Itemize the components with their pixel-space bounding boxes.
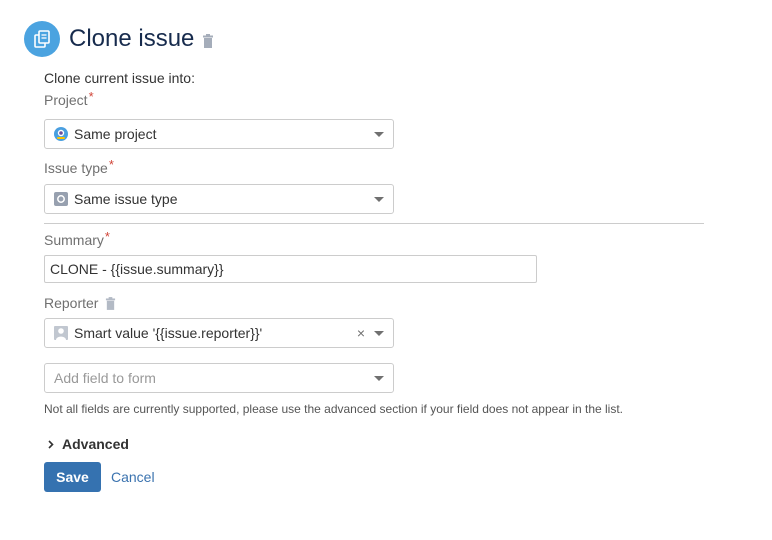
user-avatar-icon bbox=[54, 326, 68, 340]
project-label-text: Project bbox=[44, 92, 88, 108]
clone-form: Clone current issue into: Project * Same … bbox=[44, 68, 704, 492]
issue-type-label: Issue type * bbox=[44, 158, 704, 178]
summary-label: Summary * bbox=[44, 230, 704, 250]
issue-type-select[interactable]: Same issue type bbox=[44, 184, 394, 214]
advanced-label: Advanced bbox=[62, 436, 129, 452]
clear-icon[interactable]: × bbox=[357, 325, 365, 341]
reporter-label: Reporter bbox=[44, 293, 704, 313]
delete-trash-icon[interactable] bbox=[105, 296, 116, 310]
project-select[interactable]: Same project bbox=[44, 119, 394, 149]
summary-label-text: Summary bbox=[44, 232, 104, 248]
required-marker: * bbox=[88, 89, 94, 104]
header: Clone issue bbox=[24, 21, 214, 57]
intro-text: Clone current issue into: bbox=[44, 70, 195, 86]
chevron-right-icon bbox=[48, 439, 54, 449]
required-marker: * bbox=[104, 229, 110, 244]
reporter-value: Smart value '{{issue.reporter}}' bbox=[74, 325, 263, 341]
delete-trash-icon[interactable] bbox=[202, 34, 214, 48]
add-field-placeholder: Add field to form bbox=[54, 370, 156, 386]
chevron-down-icon bbox=[374, 132, 384, 137]
project-avatar-icon bbox=[54, 127, 68, 141]
advanced-toggle[interactable]: Advanced bbox=[44, 436, 704, 452]
page-title: Clone issue bbox=[69, 25, 195, 52]
clone-issue-icon bbox=[24, 21, 60, 57]
issue-type-value: Same issue type bbox=[74, 191, 178, 207]
help-text: Not all fields are currently supported, … bbox=[44, 402, 624, 416]
add-field-select[interactable]: Add field to form bbox=[44, 363, 394, 393]
chevron-down-icon bbox=[374, 376, 384, 381]
reporter-label-text: Reporter bbox=[44, 295, 99, 311]
save-button[interactable]: Save bbox=[44, 462, 101, 492]
issue-type-icon bbox=[54, 192, 68, 206]
reporter-select[interactable]: Smart value '{{issue.reporter}}' × bbox=[44, 318, 394, 348]
form-actions: Save Cancel bbox=[44, 462, 704, 492]
chevron-down-icon bbox=[374, 331, 384, 336]
cancel-link[interactable]: Cancel bbox=[111, 469, 155, 485]
divider bbox=[44, 223, 704, 224]
issue-type-label-text: Issue type bbox=[44, 160, 108, 176]
summary-input[interactable]: CLONE - {{issue.summary}} bbox=[44, 255, 537, 283]
required-marker: * bbox=[108, 157, 114, 172]
project-label: Project * bbox=[44, 90, 704, 110]
project-value: Same project bbox=[74, 126, 157, 142]
chevron-down-icon bbox=[374, 197, 384, 202]
